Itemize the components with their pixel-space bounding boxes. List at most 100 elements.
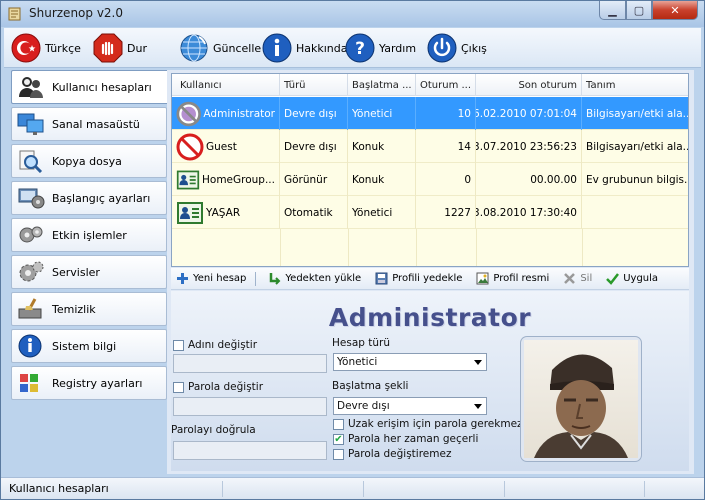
column-header-last-session[interactable]: Son oturum [476,74,582,96]
profile-picture-button[interactable]: Profil resmi [471,272,549,286]
remote-no-password-checkbox[interactable]: Uzak erişim için parola gerekmez [333,418,523,430]
turkey-flag-icon [10,32,42,64]
password-field[interactable] [173,397,327,416]
delete-button[interactable]: Sil [558,272,592,286]
maximize-button[interactable]: ▢ [626,1,652,20]
monitors-icon [16,111,46,137]
cell-last-session: 13.08.2010 17:30:40 [476,196,582,229]
sidebar-item-users[interactable]: Kullanıcı hesapları [11,70,169,104]
sidebar-item-cleanup[interactable]: Temizlik [11,292,167,326]
sidebar-item-system-info[interactable]: Sistem bilgi [11,329,167,363]
cell-type: Görünür [280,163,348,196]
column-header-sessions[interactable]: Oturum ... [416,74,476,96]
toolbar-guncelle-button[interactable]: Güncelle [178,31,261,65]
apply-button[interactable]: Uygula [601,272,658,286]
startup-mode-label: Başlatma şekli [332,380,409,392]
users-icon [16,74,46,100]
sidebar-item-virtual-desktop[interactable]: Sanal masaüstü [11,107,167,141]
toolbar-yardim-button[interactable]: ? Yardım [344,31,416,65]
password-never-expires-checkbox[interactable]: ✔ Parola her zaman geçerli [333,433,478,445]
minimize-button[interactable]: ▁ [599,1,626,20]
status-divider [222,481,223,497]
sidebar-item-label: Registry ayarları [52,376,143,390]
sidebar-item-registry[interactable]: Registry ayarları [11,366,167,400]
processes-icon [16,222,46,248]
new-account-button[interactable]: Yeni hesap [171,272,246,286]
app-window: Shurzenop v2.0 ▁ ▢ ✕ Türkçe Dur Güncelle… [0,0,705,500]
status-divider [644,481,645,497]
action-label: Yeni hesap [193,273,247,284]
cleanup-icon [16,296,46,322]
sidebar-item-services[interactable]: Servisler [11,255,167,289]
toolbar-turkce-button[interactable]: Türkçe [10,31,81,65]
column-header-type[interactable]: Türü [280,74,348,96]
action-label: Profili yedekle [392,273,463,284]
cell-type: Devre dışı [280,97,348,130]
table-row[interactable]: HomeGroup... Görünür Konuk 0 00.00.00 Ev… [172,163,688,196]
table-row[interactable]: Guest Devre dışı Konuk 14 03.07.2010 23:… [172,130,688,163]
cannot-change-password-checkbox[interactable]: Parola değiştiremez [333,448,451,460]
column-header-user[interactable]: Kullanıcı [172,74,280,96]
sidebar: Kullanıcı hesapları Sanal masaüstü Kopya… [9,70,169,474]
change-password-label: Parola değiştir [188,381,264,393]
title-bar: Shurzenop v2.0 ▁ ▢ ✕ [1,1,704,27]
rename-field[interactable] [173,354,327,373]
remote-no-password-label: Uzak erişim için parola gerekmez [348,418,523,430]
column-header-startup[interactable]: Başlatma ... [348,74,416,96]
cell-startup: Konuk [348,163,416,196]
cell-sessions: 1227 [416,196,476,229]
rename-checkbox[interactable]: Adını değiştir [173,339,257,351]
rename-label: Adını değiştir [188,339,258,351]
table-row[interactable]: YAŞAR Otomatik Yönetici 1227 13.08.2010 … [172,196,688,229]
chevron-down-icon [474,404,482,409]
toolbar-label: Dur [127,41,147,55]
backup-profile-button[interactable]: Profili yedekle [370,272,462,286]
toolbar-label: Güncelle [213,41,262,55]
close-button[interactable]: ✕ [652,1,698,20]
window-title: Shurzenop v2.0 [29,6,124,20]
account-type-select[interactable]: Yönetici [333,353,487,371]
change-password-checkbox[interactable]: Parola değiştir [173,381,263,393]
sidebar-item-processes[interactable]: Etkin işlemler [11,218,167,252]
cell-last-session: 03.07.2010 23:56:23 [476,130,582,163]
info-icon [261,32,293,64]
action-label: Sil [580,273,593,284]
sidebar-item-label: Temizlik [52,302,96,316]
status-text: Kullanıcı hesapları [9,482,109,495]
startup-icon [16,185,46,211]
sidebar-item-copy-file[interactable]: Kopya dosya [11,144,167,178]
toolbar-dur-button[interactable]: Dur [92,31,147,65]
power-icon [426,32,458,64]
sidebar-item-label: Başlangıç ayarları [52,191,151,205]
portrait-image [524,340,638,458]
toolbar-hakkinda-button[interactable]: Hakkında [261,31,348,65]
cannot-change-password-label: Parola değiştiremez [348,448,452,460]
sidebar-item-label: Sistem bilgi [52,339,117,353]
sidebar-item-label: Sanal masaüstü [52,117,140,131]
cell-description [582,196,688,229]
add-icon [175,272,189,286]
separator [255,271,257,286]
cell-type: Otomatik [280,196,348,229]
disabled-user-icon [176,133,204,160]
account-detail-panel: Administrator Adını değiştir Parola deği… [171,291,689,471]
profile-picture[interactable] [521,337,641,461]
toolbar-cikis-button[interactable]: Çıkış [426,31,487,65]
startup-mode-select[interactable]: Devre dışı [333,397,487,415]
cell-description: Bilgisayarı/etki ala... [582,97,688,130]
cell-last-session: 00.00.00 [476,163,582,196]
cell-sessions: 14 [416,130,476,163]
copy-file-icon [16,148,46,174]
stop-hand-icon [92,32,124,64]
confirm-password-field[interactable] [173,441,327,460]
main-toolbar: Türkçe Dur Güncelle Hakkında ? Yardım Çı… [4,28,701,68]
account-type-label: Hesap türü [332,337,391,349]
sidebar-item-startup[interactable]: Başlangıç ayarları [11,181,167,215]
disabled-user-icon [176,101,201,126]
user-card-icon [177,201,203,224]
toolbar-label: Hakkında [296,41,348,55]
table-row[interactable]: Administrator Devre dışı Yönetici 10 06.… [172,97,688,130]
column-header-description[interactable]: Tanım [582,74,688,96]
restore-backup-button[interactable]: Yedekten yükle [263,272,361,286]
action-label: Yedekten yükle [285,273,362,284]
